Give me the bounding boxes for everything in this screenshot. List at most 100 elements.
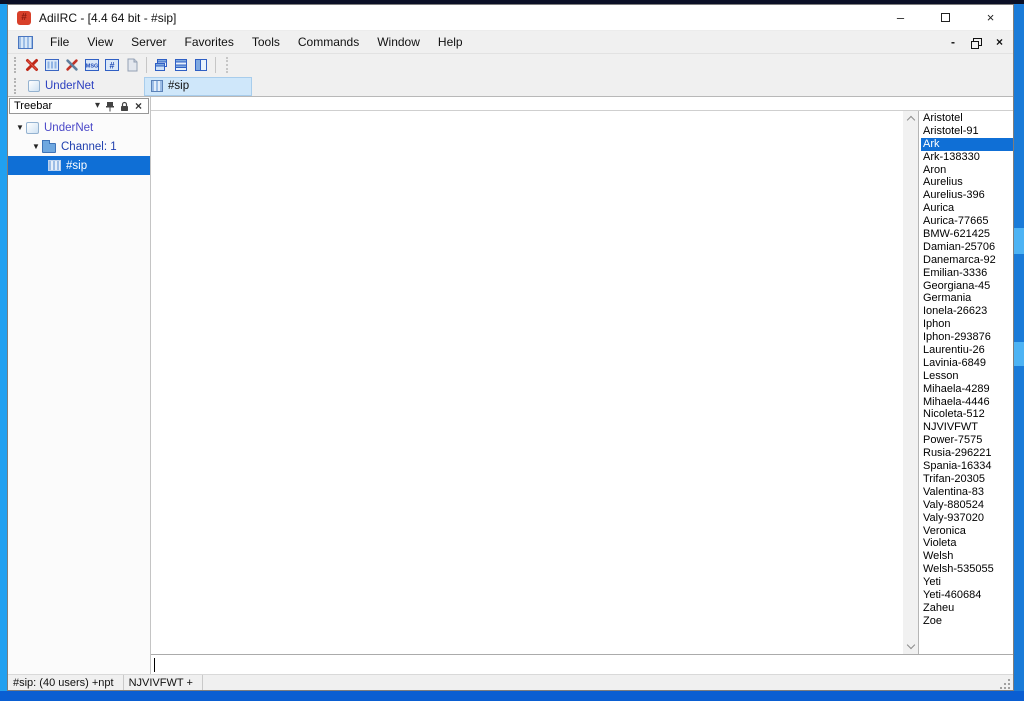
- toolbar-grip[interactable]: [14, 57, 17, 73]
- user-list-item[interactable]: Laurentiu-26: [921, 344, 1013, 357]
- user-list-item[interactable]: Aurica: [921, 202, 1013, 215]
- user-list: AristotelAristotel-91ArkArk-138330AronAu…: [918, 111, 1013, 654]
- user-list-item[interactable]: Aurelius: [921, 176, 1013, 189]
- chat-scrollbar[interactable]: [903, 111, 918, 654]
- desktop-artifact: [1014, 342, 1024, 366]
- menu-item[interactable]: File: [41, 32, 78, 52]
- user-list-item[interactable]: Iphon: [921, 318, 1013, 331]
- expand-arrow-icon[interactable]: ▼: [14, 123, 26, 132]
- user-list-item[interactable]: Valy-880524: [921, 499, 1013, 512]
- disconnect-button[interactable]: [22, 55, 42, 75]
- user-list-item[interactable]: Aristotel: [921, 112, 1013, 125]
- tile-horizontal-icon: [173, 57, 189, 73]
- network-icon: [26, 122, 39, 134]
- mdi-minimize-button[interactable]: -: [951, 37, 955, 47]
- tab-sip[interactable]: #sip: [144, 77, 252, 96]
- user-list-item[interactable]: Welsh: [921, 550, 1013, 563]
- treebar-tree: ▼ UnderNet ▼ Channel: 1 #sip: [8, 115, 150, 175]
- menu-item[interactable]: Help: [429, 32, 472, 52]
- close-button[interactable]: ×: [968, 5, 1013, 30]
- menu-item[interactable]: Favorites: [175, 32, 242, 52]
- user-list-item[interactable]: Aurelius-396: [921, 189, 1013, 202]
- user-list-item[interactable]: BMW-621425: [921, 228, 1013, 241]
- user-list-item[interactable]: Nicoleta-512: [921, 408, 1013, 421]
- user-list-item[interactable]: Ark-138330: [921, 151, 1013, 164]
- user-list-item[interactable]: Violeta: [921, 537, 1013, 550]
- mdi-close-button[interactable]: ×: [996, 37, 1003, 47]
- toolbar-grip[interactable]: [226, 57, 229, 73]
- channel-window: AristotelAristotel-91ArkArk-138330AronAu…: [151, 97, 1013, 674]
- user-list-item[interactable]: Aron: [921, 164, 1013, 177]
- scroll-down-icon[interactable]: [906, 641, 914, 649]
- user-list-item[interactable]: Aurica-77665: [921, 215, 1013, 228]
- treebar-panel: Treebar ▾ × ▼ UnderNet: [8, 97, 151, 674]
- mdi-restore-button[interactable]: [971, 38, 980, 47]
- user-list-item[interactable]: Iphon-293876: [921, 331, 1013, 344]
- tile-horizontal-button[interactable]: [171, 55, 191, 75]
- main-area: Treebar ▾ × ▼ UnderNet: [8, 97, 1013, 674]
- user-list-item[interactable]: Trifan-20305: [921, 473, 1013, 486]
- scripts-button[interactable]: [122, 55, 142, 75]
- tree-item-channel-group[interactable]: ▼ Channel: 1: [8, 137, 150, 156]
- user-list-item[interactable]: Zoe: [921, 615, 1013, 628]
- disconnect-icon: [24, 57, 40, 73]
- message-input[interactable]: [151, 654, 1013, 674]
- menu-item[interactable]: View: [78, 32, 122, 52]
- user-list-item[interactable]: Danemarca-92: [921, 254, 1013, 267]
- user-list-item[interactable]: Valy-937020: [921, 512, 1013, 525]
- user-list-item[interactable]: Ark: [921, 138, 1013, 151]
- user-list-item[interactable]: Zaheu: [921, 602, 1013, 615]
- options-button[interactable]: [62, 55, 82, 75]
- user-list-item[interactable]: Mihaela-4446: [921, 396, 1013, 409]
- tab-undernet[interactable]: UnderNet: [22, 77, 130, 96]
- user-list-item[interactable]: Lavinia-6849: [921, 357, 1013, 370]
- server-window-button[interactable]: [42, 55, 62, 75]
- desktop-background: # AdiIRC - [4.4 64 bit - #sip] – × FileV…: [0, 0, 1024, 701]
- channel-content: AristotelAristotel-91ArkArk-138330AronAu…: [151, 111, 1013, 654]
- user-list-item[interactable]: Power-7575: [921, 434, 1013, 447]
- user-list-item[interactable]: Aristotel-91: [921, 125, 1013, 138]
- lock-icon[interactable]: [120, 101, 129, 112]
- maximize-button[interactable]: [923, 5, 968, 30]
- channels-button[interactable]: #: [102, 55, 122, 75]
- resize-grip[interactable]: [1000, 679, 1010, 689]
- messages-button[interactable]: MSG: [82, 55, 102, 75]
- user-list-item[interactable]: Spania-16334: [921, 460, 1013, 473]
- tab-bar: UnderNet #sip: [8, 76, 1013, 97]
- tab-label: #sip: [168, 80, 189, 92]
- menu-item[interactable]: Server: [122, 32, 175, 52]
- menu-item[interactable]: Tools: [243, 32, 289, 52]
- user-list-item[interactable]: Valentina-83: [921, 486, 1013, 499]
- chat-area[interactable]: [151, 111, 903, 654]
- user-list-item[interactable]: Emilian-3336: [921, 267, 1013, 280]
- menu-item[interactable]: Window: [368, 32, 429, 52]
- user-list-item[interactable]: Veronica: [921, 525, 1013, 538]
- user-list-item[interactable]: Yeti-460684: [921, 589, 1013, 602]
- menu-item[interactable]: Commands: [289, 32, 368, 52]
- tree-item-undernet[interactable]: ▼ UnderNet: [8, 118, 150, 137]
- minimize-button[interactable]: –: [878, 5, 923, 30]
- expand-arrow-icon[interactable]: ▼: [30, 142, 42, 151]
- tree-item-sip[interactable]: #sip: [8, 156, 150, 175]
- svg-text:#: #: [109, 61, 114, 71]
- cascade-windows-button[interactable]: [151, 55, 171, 75]
- user-list-item[interactable]: Ionela-26623: [921, 305, 1013, 318]
- tabbar-grip[interactable]: [14, 78, 17, 94]
- messages-icon: MSG: [84, 57, 100, 73]
- tile-vertical-button[interactable]: [191, 55, 211, 75]
- pin-icon[interactable]: [106, 101, 114, 112]
- chevron-down-icon[interactable]: ▾: [95, 101, 100, 111]
- options-icon: [64, 57, 80, 73]
- user-list-item[interactable]: Georgiana-45: [921, 280, 1013, 293]
- svg-text:MSG: MSG: [86, 64, 99, 70]
- close-icon[interactable]: ×: [135, 101, 142, 111]
- user-list-item[interactable]: Mihaela-4289: [921, 383, 1013, 396]
- user-list-item[interactable]: Germania: [921, 292, 1013, 305]
- user-list-item[interactable]: Yeti: [921, 576, 1013, 589]
- user-list-item[interactable]: Lesson: [921, 370, 1013, 383]
- user-list-item[interactable]: NJVIVFWT: [921, 421, 1013, 434]
- user-list-item[interactable]: Welsh-535055: [921, 563, 1013, 576]
- scroll-up-icon[interactable]: [906, 116, 914, 124]
- user-list-item[interactable]: Damian-25706: [921, 241, 1013, 254]
- user-list-item[interactable]: Rusia-296221: [921, 447, 1013, 460]
